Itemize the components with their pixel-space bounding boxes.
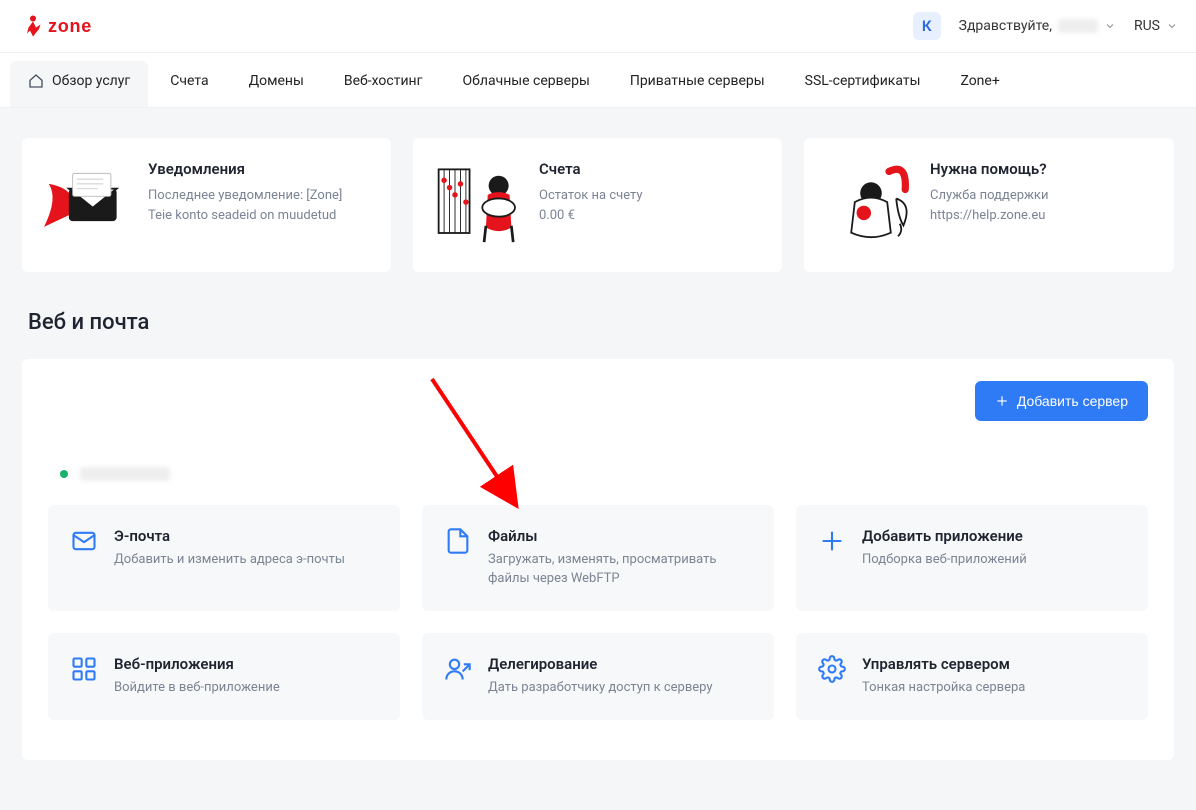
button-label: Добавить сервер [1017,393,1128,409]
card-notifications[interactable]: Уведомления Последнее уведомление: [Zone… [22,138,391,272]
tile-title: Файлы [488,527,752,545]
main-nav: Обзор услуг Счета Домены Веб-хостинг Обл… [0,53,1196,108]
tile-title: Управлять сервером [862,655,1025,673]
tile-title: Делегирование [488,655,713,673]
tile-manage-server[interactable]: Управлять сервером Тонкая настройка серв… [796,633,1148,720]
nav-webhosting[interactable]: Веб-хостинг [326,61,441,107]
tile-title: Э-почта [114,527,345,545]
nav-label: Zone+ [960,73,999,89]
balance-label: Остаток на счету [539,186,643,206]
card-body-text: Последнее уведомление: [Zone] Teie konto… [148,186,365,225]
tile-body: Войдите в веб-приложение [114,679,280,698]
plus-icon [818,527,846,555]
chevron-down-icon [1104,20,1116,32]
user-name-redacted [1058,19,1098,33]
nav-zoneplus[interactable]: Zone+ [942,61,1017,107]
plus-icon [995,394,1009,408]
card-title: Счета [539,160,643,178]
nav-ssl[interactable]: SSL-сертификаты [787,61,939,107]
language-switcher[interactable]: RUS [1134,18,1178,34]
nav-cloud[interactable]: Облачные серверы [445,61,608,107]
brand-text: zone [48,16,92,36]
notification-illustration [44,160,130,250]
tile-delegate[interactable]: Делегирование Дать разработчику доступ к… [422,633,774,720]
card-title: Нужна помощь? [930,160,1148,178]
chevron-down-icon [1166,20,1178,32]
tile-title: Веб-приложения [114,655,280,673]
tile-body: Тонкая настройка сервера [862,679,1025,698]
avatar[interactable]: К [913,12,941,40]
nav-label: Облачные серверы [463,73,590,89]
invoices-illustration [435,160,521,250]
nav-label: Счета [170,73,208,89]
balance-value: 0.00 € [539,206,643,226]
user-menu[interactable]: Здравствуйте, [959,18,1116,34]
status-dot-icon [60,470,68,478]
tile-add-app[interactable]: Добавить приложение Подборка веб-приложе… [796,505,1148,611]
tile-body: Добавить и изменить адреса э-почты [114,551,345,570]
file-icon [444,527,472,555]
servers-block: Добавить сервер Э-почта Добавить и измен… [22,359,1174,760]
tile-body: Подборка веб-приложений [862,551,1027,570]
language-label: RUS [1134,18,1160,34]
gear-icon [818,655,846,683]
tile-files[interactable]: Файлы Загружать, изменять, просматривать… [422,505,774,611]
nav-label: Обзор услуг [52,73,130,89]
server-name-redacted [80,467,170,481]
tile-email[interactable]: Э-почта Добавить и изменить адреса э-поч… [48,505,400,611]
tile-body: Загружать, изменять, просматривать файлы… [488,551,752,589]
nav-label: Веб-хостинг [344,73,423,89]
brand-logo[interactable]: zone [18,14,138,38]
card-invoices[interactable]: Счета Остаток на счету 0.00 € [413,138,782,272]
greeting-text: Здравствуйте, [959,18,1052,34]
nav-label: Приватные серверы [630,73,765,89]
card-body-text: Служба поддержки https://help.zone.eu [930,186,1148,225]
tile-webapps[interactable]: Веб-приложения Войдите в веб-приложение [48,633,400,720]
server-heading[interactable] [60,467,1148,481]
nav-label: Домены [249,73,304,89]
nav-label: SSL-сертификаты [805,73,921,89]
card-title: Уведомления [148,160,365,178]
section-title: Веб и почта [28,310,1174,335]
overview-panel: Уведомления Последнее уведомление: [Zone… [0,108,1196,810]
header: zone К Здравствуйте, RUS [0,0,1196,53]
nav-domains[interactable]: Домены [231,61,322,107]
nav-overview[interactable]: Обзор услуг [10,61,148,107]
nav-private[interactable]: Приватные серверы [612,61,783,107]
user-share-icon [444,655,472,683]
summary-cards: Уведомления Последнее уведомление: [Zone… [22,138,1174,272]
home-icon [28,73,44,89]
help-illustration [826,160,912,250]
tile-body: Дать разработчику доступ к серверу [488,679,713,698]
add-server-button[interactable]: Добавить сервер [975,381,1148,421]
card-help[interactable]: Нужна помощь? Служба поддержки https://h… [804,138,1174,272]
mail-icon [70,527,98,555]
action-tiles: Э-почта Добавить и изменить адреса э-поч… [48,505,1148,720]
nav-invoices[interactable]: Счета [152,61,226,107]
apps-icon [70,655,98,683]
tile-title: Добавить приложение [862,527,1027,545]
